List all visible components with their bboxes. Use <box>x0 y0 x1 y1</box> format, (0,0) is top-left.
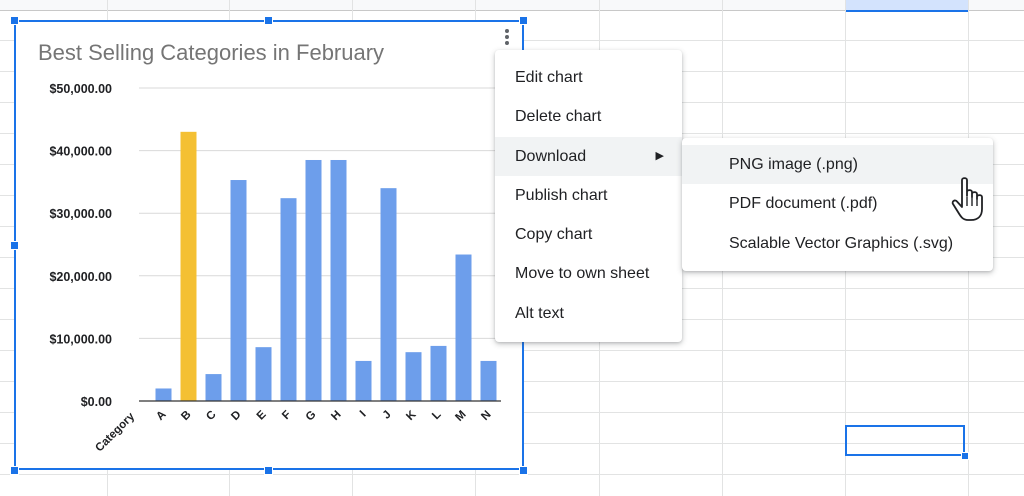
bar-L <box>430 345 447 401</box>
y-tick-label: $0.00 <box>81 395 112 409</box>
x-tick-label: G <box>304 409 319 424</box>
hand-pointer-icon <box>951 177 983 221</box>
menu-item-label: Edit chart <box>515 69 583 86</box>
submenu-item-label: PNG image (.png) <box>729 156 858 173</box>
chart-context-menu: Edit chart Delete chart Download ▶ Publi… <box>495 50 682 342</box>
bar-D <box>230 180 247 401</box>
x-tick-label: E <box>255 408 269 422</box>
bar-chart: $0.00 $10,000.00 $20,000.00 $30,000.00 $40,0… <box>49 82 501 454</box>
bar-I <box>355 360 372 401</box>
menu-item-label: Move to own sheet <box>515 265 650 283</box>
bar-F <box>280 198 297 401</box>
y-tick-label: $10,000.00 <box>49 332 112 346</box>
x-tick-label: H <box>329 409 343 423</box>
chart-title: Best Selling Categories in February <box>38 40 385 65</box>
resize-handle-bottom[interactable] <box>264 466 273 475</box>
menu-item-label: Delete chart <box>515 108 602 126</box>
x-tick-label: J <box>381 409 394 422</box>
resize-handle-top-left[interactable] <box>10 16 19 25</box>
y-tick-label: $30,000.00 <box>49 207 112 221</box>
resize-handle-left[interactable] <box>10 241 19 250</box>
x-tick-label: F <box>280 409 293 422</box>
bar-A <box>155 388 172 401</box>
resize-handle-top-right[interactable] <box>519 16 528 25</box>
y-tick-label: $50,000.00 <box>49 82 112 96</box>
menu-item-download[interactable]: Download ▶ <box>495 136 682 176</box>
x-tick-label: K <box>404 408 419 423</box>
menu-item-label: Download <box>515 147 587 165</box>
menu-item-copy-chart[interactable]: Copy chart <box>495 215 682 254</box>
menu-item-edit-chart[interactable]: Edit chart <box>495 58 682 97</box>
x-tick-label: A <box>154 409 168 423</box>
menu-item-label: Alt text <box>515 304 564 322</box>
x-tick-label: C <box>204 409 218 423</box>
menu-item-label: Copy chart <box>515 226 593 244</box>
x-tick-label: B <box>179 409 193 423</box>
resize-handle-bottom-left[interactable] <box>10 466 19 475</box>
x-tick-label: D <box>229 409 243 423</box>
submenu-item-svg[interactable]: Scalable Vector Graphics (.svg) <box>682 224 993 263</box>
bar-H <box>330 159 347 401</box>
resize-handle-bottom-right[interactable] <box>519 466 528 475</box>
x-axis-title: Category <box>93 410 137 454</box>
fill-handle[interactable] <box>961 452 969 460</box>
download-submenu: PNG image (.png) PDF document (.pdf) Sca… <box>682 138 993 271</box>
x-tick-label: I <box>358 409 369 420</box>
x-tick-label: N <box>479 409 493 423</box>
submenu-item-pdf[interactable]: PDF document (.pdf) <box>682 184 993 223</box>
selected-cell[interactable] <box>845 425 965 456</box>
menu-item-delete-chart[interactable]: Delete chart <box>495 97 682 136</box>
menu-item-move-to-own-sheet[interactable]: Move to own sheet <box>495 254 682 293</box>
y-tick-label: $20,000.00 <box>49 270 112 284</box>
submenu-item-png[interactable]: PNG image (.png) <box>682 145 993 185</box>
menu-item-label: Publish chart <box>515 186 608 204</box>
bar-B <box>180 131 197 401</box>
resize-handle-top[interactable] <box>264 16 273 25</box>
bar-N <box>480 360 497 401</box>
menu-item-publish-chart[interactable]: Publish chart <box>495 176 682 215</box>
submenu-arrow-icon: ▶ <box>655 149 664 162</box>
menu-item-alt-text[interactable]: Alt text <box>495 294 682 333</box>
bar-G <box>305 159 322 401</box>
submenu-item-label: Scalable Vector Graphics (.svg) <box>729 234 954 252</box>
bar-C <box>205 374 222 401</box>
submenu-item-label: PDF document (.pdf) <box>729 195 878 213</box>
grid-row-line <box>0 474 1024 475</box>
bar-M <box>455 254 472 401</box>
bar-K <box>405 352 422 401</box>
bar-J <box>380 188 397 401</box>
column-header-selected[interactable] <box>846 0 968 12</box>
x-tick-label: L <box>430 409 443 422</box>
bar-E <box>255 347 272 401</box>
y-tick-label: $40,000.00 <box>49 145 112 159</box>
x-tick-label: M <box>453 409 468 424</box>
